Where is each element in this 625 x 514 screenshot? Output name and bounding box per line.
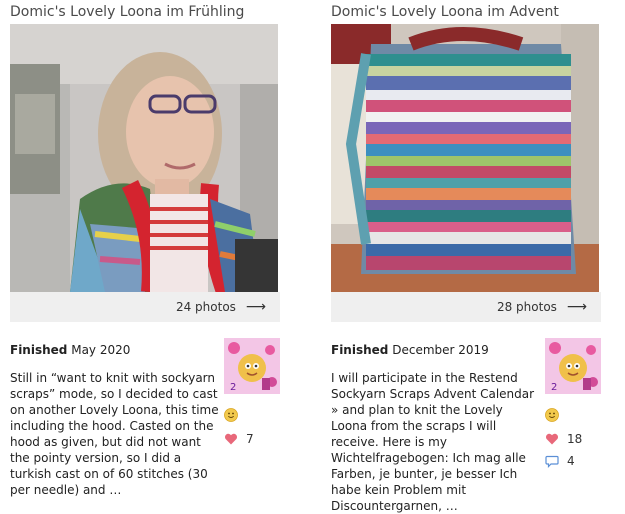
finished-label: Finished bbox=[331, 343, 389, 357]
hearts-count[interactable]: 18 bbox=[545, 432, 582, 446]
heart-icon bbox=[545, 433, 559, 445]
comments-count[interactable]: 4 bbox=[545, 454, 575, 468]
project-meta: Finished December 2019 I will participat… bbox=[331, 338, 601, 514]
project-photo[interactable] bbox=[10, 24, 278, 292]
reaction-happy[interactable] bbox=[224, 408, 246, 422]
photos-link[interactable]: 24 photos ⟶ bbox=[10, 292, 280, 322]
photo-count: 28 photos bbox=[496, 300, 557, 314]
arrow-right-icon: ⟶ bbox=[245, 299, 266, 315]
smiley-icon bbox=[224, 408, 238, 422]
avatar-image: 2 bbox=[224, 338, 280, 394]
finished-date: December 2019 bbox=[392, 343, 489, 357]
comment-icon bbox=[545, 455, 559, 468]
finished-label: Finished bbox=[10, 343, 68, 357]
project-photo-image bbox=[10, 24, 278, 292]
photo-count: 24 photos bbox=[175, 300, 236, 314]
project-card: Domic's Lovely Loona im Advent 28 photos… bbox=[331, 0, 601, 514]
hearts-value: 18 bbox=[567, 432, 583, 446]
comments-value: 4 bbox=[567, 454, 575, 468]
photos-link[interactable]: 28 photos ⟶ bbox=[331, 292, 601, 322]
arrow-right-icon: ⟶ bbox=[566, 299, 587, 315]
svg-text:2: 2 bbox=[551, 382, 557, 393]
user-avatar[interactable]: 2 bbox=[224, 338, 280, 394]
reaction-happy[interactable] bbox=[545, 408, 567, 422]
svg-text:2: 2 bbox=[230, 382, 236, 393]
user-avatar[interactable]: 2 bbox=[545, 338, 601, 394]
project-photo[interactable] bbox=[331, 24, 599, 292]
project-title[interactable]: Domic's Lovely Loona im Advent bbox=[331, 0, 601, 24]
avatar-image: 2 bbox=[545, 338, 601, 394]
project-description: I will participate in the Restend Sockya… bbox=[331, 371, 535, 513]
heart-icon bbox=[224, 433, 238, 445]
project-card: Domic's Lovely Loona im Frühling 24 phot… bbox=[10, 0, 280, 498]
finished-date: May 2020 bbox=[71, 343, 131, 357]
project-title[interactable]: Domic's Lovely Loona im Frühling bbox=[10, 0, 280, 24]
hearts-value: 7 bbox=[246, 432, 254, 446]
smiley-icon bbox=[545, 408, 559, 422]
project-meta: Finished May 2020 Still in “want to knit… bbox=[10, 338, 280, 498]
hearts-count[interactable]: 7 bbox=[224, 432, 254, 446]
project-description: Still in “want to knit with sockyarn scr… bbox=[10, 371, 219, 497]
project-photo-image bbox=[331, 24, 599, 292]
